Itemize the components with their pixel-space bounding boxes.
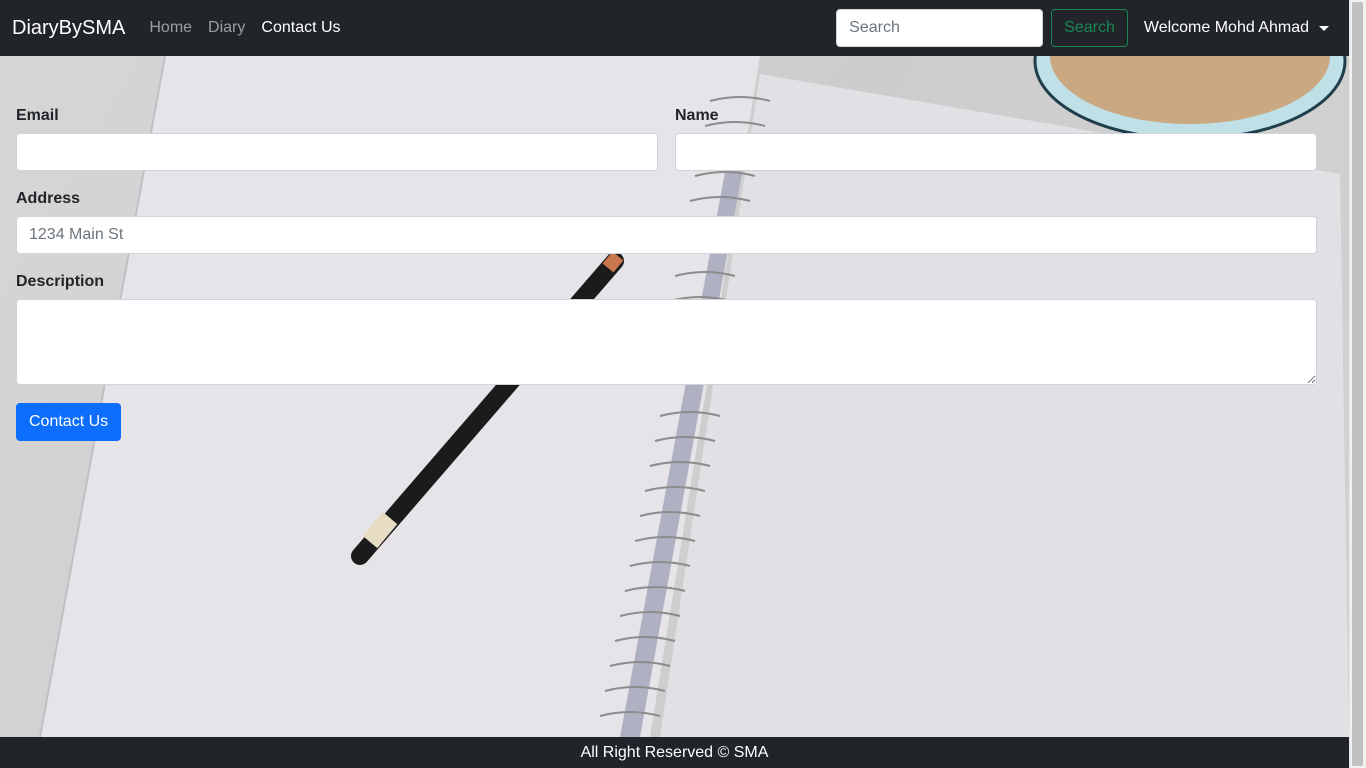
- form-row-email-name: Email Name: [16, 107, 1317, 171]
- user-menu-dropdown[interactable]: Welcome Mohd Ahmad: [1136, 19, 1337, 37]
- email-group: Email: [16, 107, 658, 171]
- nav-link-diary[interactable]: Diary: [200, 19, 253, 37]
- address-label: Address: [16, 190, 81, 207]
- description-label: Description: [16, 273, 105, 290]
- contact-form: Email Name Address Description Contact U…: [16, 56, 1317, 441]
- brand-link[interactable]: DiaryBySMA: [12, 17, 125, 40]
- submit-group: Contact Us: [16, 403, 1317, 441]
- search-input[interactable]: [836, 9, 1044, 47]
- scrollbar-thumb[interactable]: [1352, 2, 1363, 766]
- email-label: Email: [16, 107, 59, 124]
- description-textarea[interactable]: [16, 299, 1317, 385]
- footer: All Right Reserved © SMA: [0, 737, 1349, 768]
- name-field[interactable]: [675, 133, 1317, 171]
- footer-text: All Right Reserved © SMA: [580, 743, 769, 761]
- address-group: Address: [16, 190, 1317, 254]
- caret-down-icon: [1319, 25, 1329, 31]
- navbar: DiaryBySMA Home Diary Contact Us Search …: [0, 0, 1349, 56]
- nav-link-home[interactable]: Home: [141, 19, 200, 37]
- description-group: Description: [16, 273, 1317, 390]
- address-field[interactable]: [16, 216, 1317, 254]
- name-group: Name: [675, 107, 1317, 171]
- scrollbar[interactable]: [1349, 0, 1366, 768]
- search-button[interactable]: Search: [1051, 9, 1128, 47]
- nav-link-contact-us[interactable]: Contact Us: [253, 19, 348, 37]
- user-menu-label: Welcome Mohd Ahmad: [1143, 19, 1309, 36]
- name-label: Name: [675, 107, 719, 124]
- email-field[interactable]: [16, 133, 658, 171]
- contact-us-button[interactable]: Contact Us: [16, 403, 122, 441]
- nav-right-group: Search Welcome Mohd Ahmad: [836, 9, 1337, 47]
